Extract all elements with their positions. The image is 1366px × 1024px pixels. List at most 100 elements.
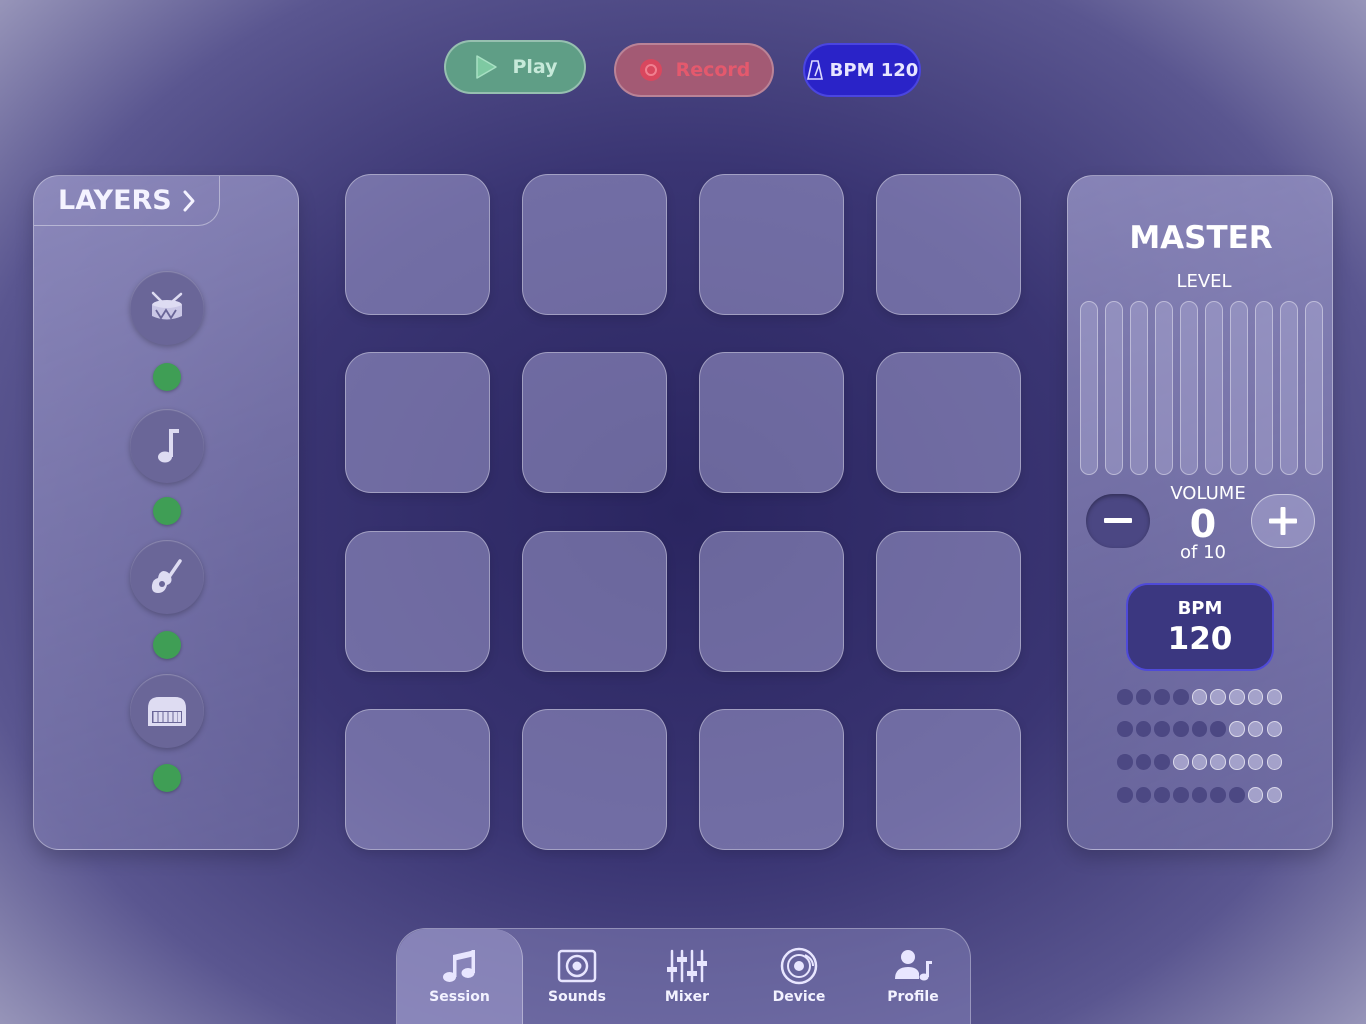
step-dot[interactable]	[1210, 689, 1226, 705]
step-dot[interactable]	[1135, 721, 1152, 737]
drum-icon	[151, 291, 183, 320]
level-meter[interactable]	[1080, 301, 1098, 475]
pad-2[interactable]	[522, 174, 667, 315]
level-meter[interactable]	[1305, 301, 1323, 475]
mixer-sliders-icon	[667, 949, 707, 983]
play-label: Play	[512, 56, 558, 78]
pad-12[interactable]	[876, 531, 1021, 672]
step-dot[interactable]	[1229, 689, 1245, 705]
volume-max: of 10	[1180, 542, 1226, 563]
level-meter[interactable]	[1255, 301, 1273, 475]
step-row	[1117, 689, 1282, 705]
pad-14[interactable]	[522, 709, 667, 850]
level-meter[interactable]	[1155, 301, 1173, 475]
pad-6[interactable]	[522, 352, 667, 493]
step-dot[interactable]	[1117, 721, 1133, 737]
step-dot[interactable]	[1266, 689, 1282, 705]
layer-piano-button[interactable]	[130, 674, 204, 748]
volume-decrease-button[interactable]	[1086, 494, 1150, 548]
layer-drum-button[interactable]	[130, 271, 204, 345]
step-dot[interactable]	[1247, 689, 1264, 705]
layer-note-button[interactable]	[130, 409, 204, 483]
tab-device[interactable]: Device	[747, 929, 851, 1024]
record-button[interactable]: Record	[614, 43, 774, 97]
layer-piano-status[interactable]	[153, 764, 181, 792]
pad-15[interactable]	[699, 709, 844, 850]
level-meter[interactable]	[1280, 301, 1298, 475]
step-dot[interactable]	[1173, 754, 1189, 770]
step-dot[interactable]	[1135, 787, 1152, 803]
step-dot[interactable]	[1210, 787, 1226, 803]
level-meter[interactable]	[1105, 301, 1123, 475]
volume-increase-button[interactable]	[1251, 494, 1315, 548]
step-dot[interactable]	[1135, 754, 1152, 770]
master-bpm-display[interactable]: BPM 120	[1126, 583, 1274, 671]
minus-icon	[1104, 518, 1132, 523]
step-dot[interactable]	[1117, 787, 1133, 803]
step-dot[interactable]	[1191, 787, 1208, 803]
step-dot[interactable]	[1229, 721, 1245, 737]
layer-note-status[interactable]	[153, 497, 181, 525]
step-dot[interactable]	[1191, 721, 1208, 737]
step-dot[interactable]	[1210, 721, 1226, 737]
pad-3[interactable]	[699, 174, 844, 315]
user-music-icon	[895, 950, 932, 981]
step-dot[interactable]	[1154, 787, 1170, 803]
tab-profile-label: Profile	[887, 989, 939, 1005]
step-dot[interactable]	[1173, 689, 1189, 705]
step-row	[1117, 721, 1282, 737]
step-dot[interactable]	[1266, 754, 1282, 770]
step-dot[interactable]	[1154, 689, 1170, 705]
step-dot[interactable]	[1229, 754, 1245, 770]
step-dot[interactable]	[1173, 787, 1189, 803]
step-dot[interactable]	[1154, 721, 1170, 737]
pad-8[interactable]	[876, 352, 1021, 493]
pad-11[interactable]	[699, 531, 844, 672]
step-dot[interactable]	[1247, 721, 1264, 737]
guitar-icon	[151, 559, 182, 593]
level-meter[interactable]	[1130, 301, 1148, 475]
layers-tab[interactable]: LAYERS	[34, 176, 220, 226]
step-dot[interactable]	[1247, 787, 1264, 803]
pad-13[interactable]	[345, 709, 490, 850]
music-notes-icon	[442, 950, 475, 982]
tab-sounds[interactable]: Sounds	[527, 929, 627, 1024]
plus-icon	[1269, 507, 1297, 535]
step-dot[interactable]	[1247, 754, 1264, 770]
pad-7[interactable]	[699, 352, 844, 493]
layer-guitar-status[interactable]	[153, 631, 181, 659]
step-dot[interactable]	[1191, 689, 1208, 705]
level-meter[interactable]	[1205, 301, 1223, 475]
layer-guitar-button[interactable]	[130, 540, 204, 614]
step-dot[interactable]	[1266, 787, 1282, 803]
pad-1[interactable]	[345, 174, 490, 315]
tab-sounds-label: Sounds	[548, 989, 606, 1005]
step-dot[interactable]	[1229, 787, 1245, 803]
pad-16[interactable]	[876, 709, 1021, 850]
step-dot[interactable]	[1266, 721, 1282, 737]
level-meter[interactable]	[1230, 301, 1248, 475]
step-dot[interactable]	[1154, 754, 1170, 770]
music-note-icon	[158, 429, 179, 463]
tab-profile[interactable]: Profile	[861, 929, 965, 1024]
play-button[interactable]: Play	[444, 40, 586, 94]
layer-drum-status[interactable]	[153, 363, 181, 391]
bpm-label: BPM 120	[829, 59, 919, 81]
level-meter[interactable]	[1180, 301, 1198, 475]
tab-session[interactable]: Session	[397, 929, 523, 1024]
tab-mixer[interactable]: Mixer	[637, 929, 737, 1024]
chevron-right-icon	[183, 190, 195, 211]
pad-10[interactable]	[522, 531, 667, 672]
master-bpm-label: BPM	[1177, 597, 1223, 619]
step-dot[interactable]	[1135, 689, 1152, 705]
step-dot[interactable]	[1117, 689, 1133, 705]
pad-5[interactable]	[345, 352, 490, 493]
step-dot[interactable]	[1173, 721, 1189, 737]
pad-9[interactable]	[345, 531, 490, 672]
pad-4[interactable]	[876, 174, 1021, 315]
bpm-button[interactable]: BPM 120	[803, 43, 921, 97]
step-dot[interactable]	[1191, 754, 1208, 770]
piano-icon	[148, 697, 186, 726]
step-dot[interactable]	[1210, 754, 1226, 770]
step-dot[interactable]	[1117, 754, 1133, 770]
